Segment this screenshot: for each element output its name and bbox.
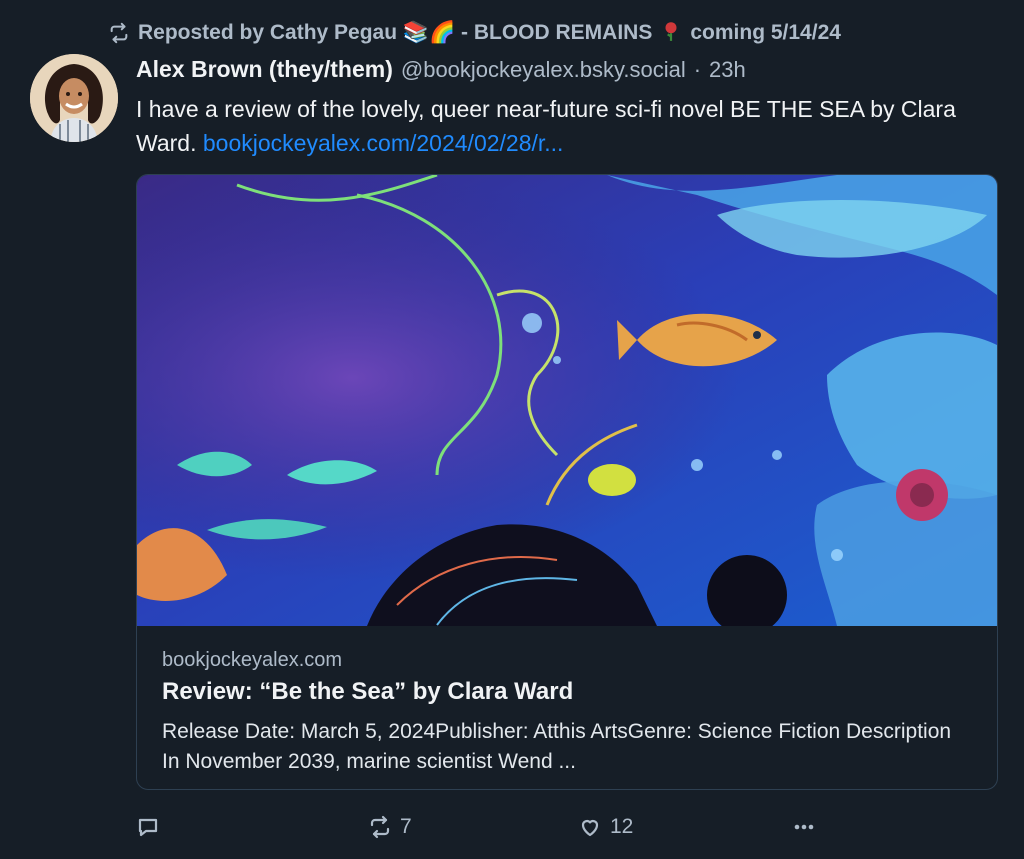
post-header: Alex Brown (they/them) @bookjockeyalex.b…	[136, 56, 746, 88]
repost-suffix: coming 5/14/24	[690, 21, 841, 44]
link-preview-card[interactable]: bookjockeyalex.com Review: “Be the Sea” …	[136, 174, 998, 790]
rose-icon	[660, 20, 682, 47]
repost-label[interactable]: Reposted by Cathy Pegau 📚🌈 - BLOOD REMAI…	[138, 21, 652, 45]
card-image[interactable]	[137, 175, 997, 626]
author-handle[interactable]: @bookjockeyalex.bsky.social	[401, 57, 686, 83]
repost-icon	[370, 815, 390, 839]
card-meta: bookjockeyalex.com Review: “Be the Sea” …	[162, 645, 972, 777]
post-body: I have a review of the lovely, queer nea…	[136, 92, 996, 160]
heart-icon	[581, 819, 599, 837]
like-button[interactable]: 12	[578, 810, 633, 844]
separator: ·	[693, 57, 702, 82]
author-name[interactable]: Alex Brown (they/them)	[136, 56, 393, 83]
post-actions: 7 12	[0, 810, 1024, 844]
avatar[interactable]	[30, 54, 118, 142]
repost-count: 7	[400, 815, 412, 838]
card-title[interactable]: Review: “Be the Sea” by Clara Ward	[162, 675, 972, 709]
repost-button[interactable]: 7	[368, 810, 412, 844]
repost-banner[interactable]: Reposted by Cathy Pegau 📚🌈 - BLOOD REMAI…	[108, 18, 841, 48]
post-timestamp[interactable]: 23h	[709, 57, 746, 83]
reply-button[interactable]	[136, 810, 160, 844]
card-description: Release Date: March 5, 2024Publisher: At…	[162, 720, 952, 773]
more-icon	[794, 824, 814, 830]
like-count: 12	[610, 815, 634, 838]
repost-icon	[110, 22, 128, 44]
post-link[interactable]: bookjockeyalex.com/2024/02/28/r...	[203, 130, 564, 156]
reply-icon	[138, 818, 158, 837]
card-domain: bookjockeyalex.com	[162, 649, 343, 671]
more-button[interactable]	[792, 810, 816, 844]
